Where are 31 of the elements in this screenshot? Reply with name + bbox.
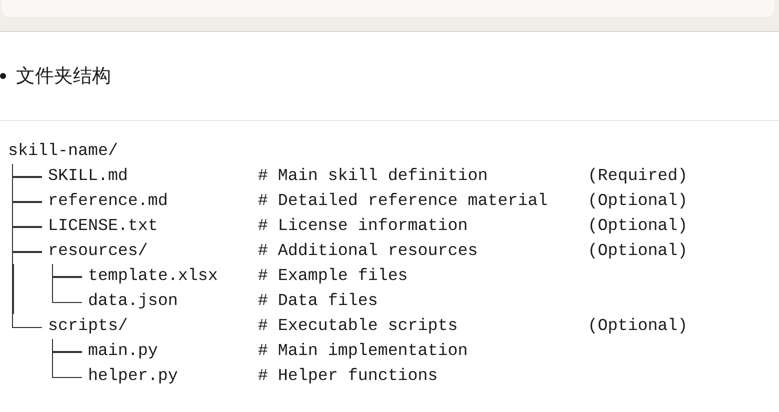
file-name: scripts/	[48, 316, 128, 338]
code-comment: # Helper functions	[258, 366, 439, 388]
file-name: skill-name/	[8, 141, 118, 163]
tree-branch-line	[12, 189, 42, 214]
requirement-note: (Optional)	[588, 316, 689, 338]
code-comment: # Detailed reference material	[258, 191, 549, 213]
requirement-note: (Required)	[588, 166, 689, 188]
requirement-note: (Optional)	[588, 241, 689, 263]
code-comment: # Example files	[258, 266, 409, 288]
requirement-note: (Optional)	[588, 216, 689, 238]
file-name: reference.md	[48, 191, 168, 213]
tree-branch-line	[12, 314, 42, 328]
file-name: main.py	[88, 341, 158, 363]
tree-branch-line	[12, 239, 42, 264]
section-heading: 文件夹结构	[16, 64, 111, 89]
code-comment: # Executable scripts	[258, 316, 459, 338]
bullet-icon	[0, 73, 6, 79]
tree-branch-line	[12, 164, 42, 189]
file-name: template.xlsx	[88, 266, 218, 288]
code-comment: # Main implementation	[258, 341, 469, 363]
file-name: LICENSE.txt	[48, 216, 158, 238]
requirement-note: (Optional)	[588, 191, 689, 213]
code-comment: # Additional resources	[258, 241, 479, 263]
file-name: SKILL.md	[48, 166, 128, 188]
code-comment: # License information	[258, 216, 469, 238]
file-name: helper.py	[88, 366, 178, 388]
tree-branch-line	[12, 214, 42, 239]
code-comment: # Data files	[258, 291, 379, 313]
code-comment: # Main skill definition	[258, 166, 489, 188]
file-name: resources/	[48, 241, 148, 263]
file-name: data.json	[88, 291, 178, 313]
